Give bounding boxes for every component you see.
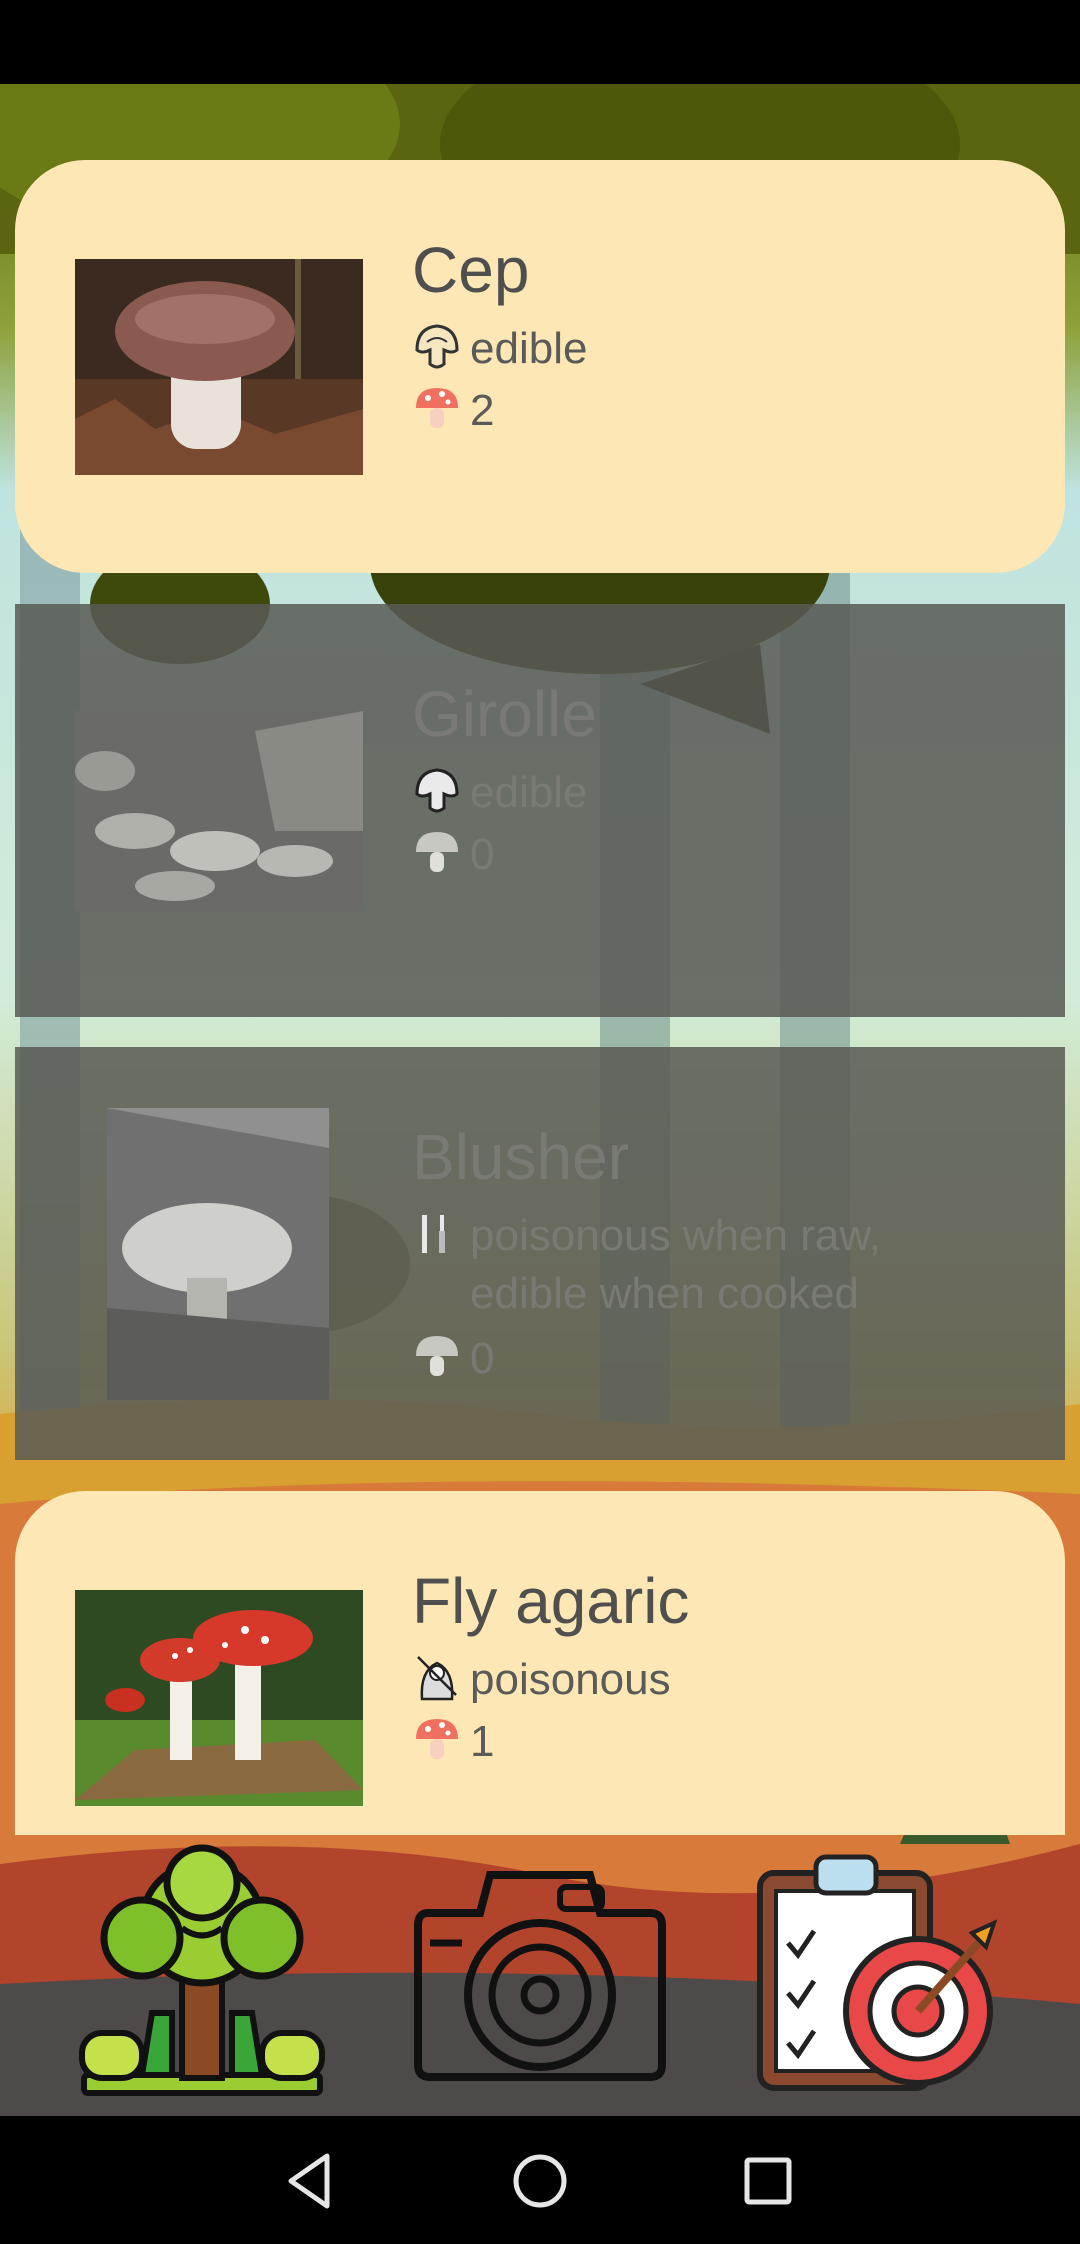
status-bar: [0, 0, 1080, 84]
count-line: 2: [412, 382, 494, 440]
mushroom-card-girolle[interactable]: Girolle edible 0: [15, 604, 1065, 1017]
goals-clipboard-icon: [757, 1854, 998, 2091]
grim-reaper-icon: [417, 1656, 457, 1701]
edibility-line: edible: [412, 320, 587, 378]
edibility-text: edible: [470, 768, 588, 817]
mushroom-count-icon: [416, 1719, 458, 1759]
camera-button[interactable]: [410, 1843, 670, 2098]
forest-icon: [79, 1844, 325, 2096]
recents-icon[interactable]: [733, 2146, 803, 2216]
count-text: 0: [470, 830, 495, 879]
fly-agaric-photo: [75, 1590, 363, 1806]
edibility-text-line1: poisonous when raw,: [470, 1211, 881, 1260]
count-line: 1: [412, 1713, 494, 1771]
mushroom-card-blusher[interactable]: Blusher poisonous when raw, edible when …: [15, 1047, 1065, 1460]
count-line: 0: [412, 826, 494, 884]
mushroom-slice-icon: [415, 324, 459, 369]
edibility-text: poisonous: [470, 1655, 671, 1704]
back-icon[interactable]: [275, 2146, 345, 2216]
edibility-text: edible: [470, 324, 588, 373]
mushroom-card-fly-agaric[interactable]: Fly agaric poisonous 1: [15, 1491, 1065, 1835]
mushroom-name: Blusher: [412, 1121, 629, 1193]
edibility-line: poisonous when raw, edible when cooked: [412, 1207, 881, 1323]
mushroom-count-icon: [416, 832, 458, 872]
girolle-photo: [75, 711, 363, 911]
count-text: 0: [470, 1334, 495, 1383]
count-line: 0: [412, 1330, 494, 1388]
mushroom-count-icon: [416, 388, 458, 428]
count-text: 1: [470, 1717, 495, 1766]
mushroom-count-icon: [416, 1336, 458, 1376]
bottom-nav: [0, 1835, 1080, 2115]
knife-fork-icon: [422, 1215, 445, 1253]
cep-photo: [75, 259, 363, 475]
forest-button[interactable]: [72, 1843, 332, 2098]
mushroom-name: Cep: [412, 234, 530, 306]
blusher-photo: [107, 1108, 329, 1400]
mushroom-name: Fly agaric: [412, 1565, 690, 1637]
mushroom-name: Girolle: [412, 678, 597, 750]
count-text: 2: [470, 386, 495, 435]
system-navigation-bar: [0, 2116, 1080, 2244]
mushroom-slice-icon: [415, 768, 459, 813]
mushroom-card-cep[interactable]: Cep edible 2: [15, 160, 1065, 573]
edibility-line: poisonous: [412, 1651, 671, 1709]
camera-icon: [414, 1871, 666, 2081]
home-icon[interactable]: [505, 2146, 575, 2216]
goals-button[interactable]: [748, 1843, 1008, 2098]
edibility-line: edible: [412, 764, 587, 822]
edibility-text-line2: edible when cooked: [470, 1269, 859, 1318]
